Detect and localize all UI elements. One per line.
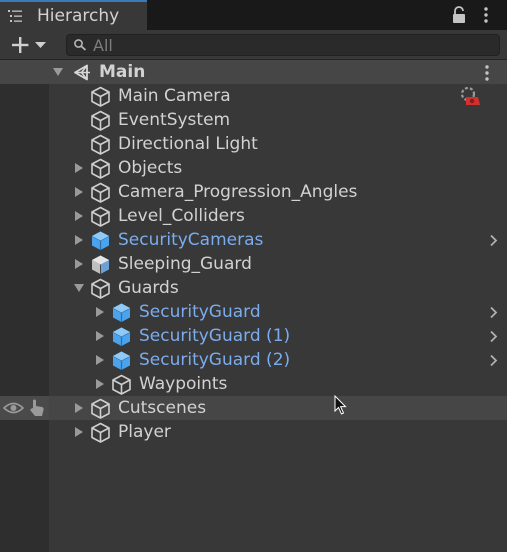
expand-arrow-right-icon[interactable] xyxy=(74,211,84,221)
hand-pointer-icon[interactable] xyxy=(28,398,46,418)
expand-arrow-right-icon[interactable] xyxy=(95,379,105,389)
hierarchy-item-label: Guards xyxy=(118,278,179,298)
expand-arrow-right-icon[interactable] xyxy=(74,187,84,197)
scene-name: Main xyxy=(99,62,146,82)
unity-logo-icon xyxy=(74,64,90,81)
prefab-cube-icon xyxy=(112,351,131,370)
hierarchy-item[interactable]: Main Camera xyxy=(0,84,507,108)
gameobject-cube-icon xyxy=(91,182,110,203)
hierarchy-item-label: EventSystem xyxy=(118,110,231,130)
gameobject-cube-icon xyxy=(91,110,110,131)
search-input[interactable] xyxy=(93,35,493,55)
hierarchy-item[interactable]: Level_Colliders xyxy=(0,204,507,228)
hierarchy-item-label: Camera_Progression_Angles xyxy=(118,182,358,202)
expand-arrow-down-icon[interactable] xyxy=(74,283,84,293)
mouse-cursor-icon xyxy=(334,395,347,415)
chevron-down-icon xyxy=(35,42,46,48)
hierarchy-item-label: Player xyxy=(118,422,171,442)
hierarchy-item-label: Directional Light xyxy=(118,134,258,154)
hierarchy-item-label: SecurityGuard xyxy=(139,302,261,322)
gameobject-cube-icon xyxy=(91,398,110,419)
hierarchy-item-label: Objects xyxy=(118,158,183,178)
gameobject-cube-icon xyxy=(91,158,110,179)
prefab-cube-icon xyxy=(112,327,131,346)
tab-hierarchy[interactable]: Hierarchy xyxy=(0,0,147,31)
eye-icon[interactable] xyxy=(3,401,24,415)
prefab-cube-icon xyxy=(112,303,131,322)
gameobject-cube-icon xyxy=(91,134,110,155)
hierarchy-item-label: Cutscenes xyxy=(118,398,207,418)
tab-bar: Hierarchy xyxy=(0,0,507,31)
prefab-cube-icon xyxy=(91,231,110,250)
hierarchy-item[interactable]: Camera_Progression_Angles xyxy=(0,180,507,204)
hierarchy-item-label: Main Camera xyxy=(118,86,231,106)
expand-arrow-right-icon[interactable] xyxy=(74,427,84,437)
hierarchy-item[interactable]: SecurityGuard xyxy=(0,300,507,324)
hierarchy-item[interactable]: Objects xyxy=(0,156,507,180)
hierarchy-item[interactable]: SecurityCameras xyxy=(0,228,507,252)
hierarchy-item[interactable]: Guards xyxy=(0,276,507,300)
search-field[interactable] xyxy=(66,34,500,56)
hierarchy-item-label: Sleeping_Guard xyxy=(118,254,252,274)
expand-arrow-right-icon[interactable] xyxy=(74,403,84,413)
chevron-right-icon[interactable] xyxy=(489,330,498,343)
expand-arrow-right-icon[interactable] xyxy=(95,307,105,317)
expand-arrow-right-icon[interactable] xyxy=(95,355,105,365)
hierarchy-item-label: SecurityGuard (1) xyxy=(139,326,291,346)
gameobject-cube-icon xyxy=(112,374,131,395)
hierarchy-item-label: SecurityCameras xyxy=(118,230,264,250)
gameobject-cube-icon xyxy=(91,206,110,227)
hierarchy-item[interactable]: Sleeping_Guard xyxy=(0,252,507,276)
hierarchy-item[interactable]: EventSystem xyxy=(0,108,507,132)
expand-arrow-right-icon[interactable] xyxy=(74,235,84,245)
hierarchy-toolbar xyxy=(0,30,507,60)
expand-arrow-down-icon[interactable] xyxy=(53,67,63,77)
kebab-menu-icon[interactable] xyxy=(483,6,489,24)
hierarchy-item-label: Waypoints xyxy=(139,374,228,394)
expand-arrow-right-icon[interactable] xyxy=(95,331,105,341)
scene-row[interactable]: Main xyxy=(0,60,507,84)
kebab-menu-icon[interactable] xyxy=(484,64,490,82)
hierarchy-item[interactable]: Player xyxy=(0,420,507,444)
hierarchy-item[interactable]: Waypoints xyxy=(0,372,507,396)
gameobject-cube-icon xyxy=(91,278,110,299)
model-prefab-icon xyxy=(92,255,109,274)
expand-arrow-right-icon[interactable] xyxy=(74,163,84,173)
chevron-right-icon[interactable] xyxy=(489,234,498,247)
search-icon xyxy=(74,39,87,51)
hierarchy-item[interactable]: Directional Light xyxy=(0,132,507,156)
hierarchy-item-label: SecurityGuard (2) xyxy=(139,350,291,370)
expand-arrow-right-icon[interactable] xyxy=(74,259,84,269)
missing-script-warning-icon xyxy=(460,86,480,105)
hierarchy-item[interactable]: Cutscenes xyxy=(0,396,507,420)
chevron-right-icon[interactable] xyxy=(489,354,498,367)
hierarchy-list-icon xyxy=(8,10,22,22)
hierarchy-item[interactable]: SecurityGuard (2) xyxy=(0,348,507,372)
hierarchy-window: Hierarchy Main Main Camera EventSystem Dire… xyxy=(0,0,507,552)
gameobject-cube-icon xyxy=(91,422,110,443)
chevron-right-icon[interactable] xyxy=(489,306,498,319)
lock-icon[interactable] xyxy=(450,5,468,25)
hierarchy-item-label: Level_Colliders xyxy=(118,206,245,226)
hierarchy-item[interactable]: SecurityGuard (1) xyxy=(0,324,507,348)
gameobject-cube-icon xyxy=(91,86,110,107)
add-object-button[interactable] xyxy=(8,34,50,56)
tab-label: Hierarchy xyxy=(37,6,120,26)
